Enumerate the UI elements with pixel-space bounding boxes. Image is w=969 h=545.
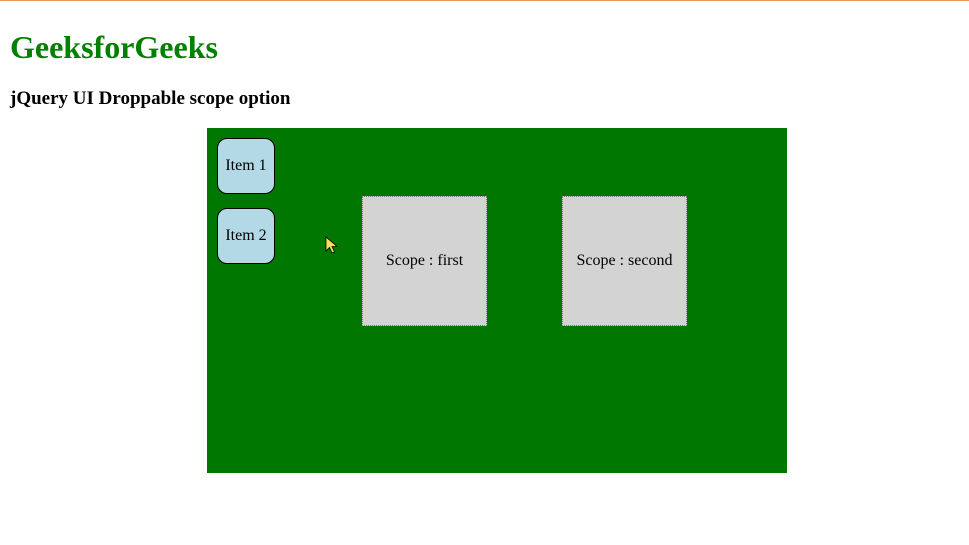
droppable-label: Scope : first (386, 252, 463, 270)
page-title: GeeksforGeeks (10, 29, 959, 66)
draggable-item-1[interactable]: Item 1 (217, 138, 275, 194)
draggable-label: Item 2 (225, 227, 266, 245)
droppable-label: Scope : second (577, 252, 673, 270)
draggable-item-2[interactable]: Item 2 (217, 208, 275, 264)
droppable-second[interactable]: Scope : second (562, 196, 687, 326)
demo-stage: Item 1 Item 2 Scope : first Scope : seco… (207, 128, 787, 473)
draggable-label: Item 1 (225, 157, 266, 175)
page-subtitle: jQuery UI Droppable scope option (10, 88, 959, 110)
cursor-icon (325, 236, 341, 256)
droppable-first[interactable]: Scope : first (362, 196, 487, 326)
